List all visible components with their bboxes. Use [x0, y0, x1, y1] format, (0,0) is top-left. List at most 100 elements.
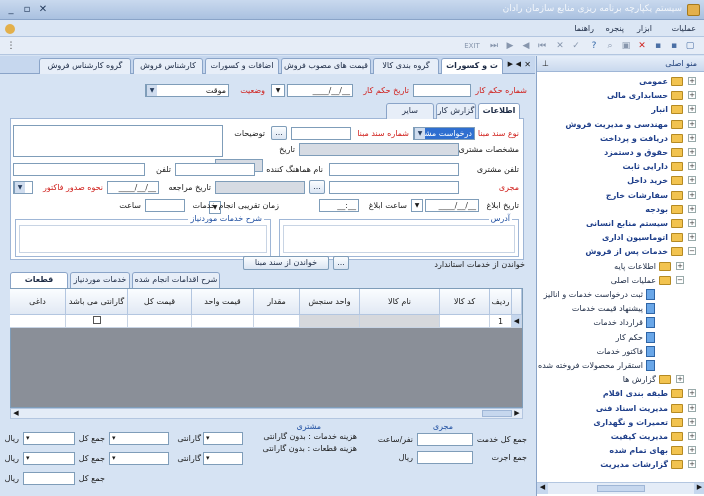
save-icon[interactable]: ▪ — [668, 40, 680, 52]
expand-toggle-icon[interactable]: + — [688, 219, 696, 227]
chevron-down-icon[interactable]: ▼ — [146, 85, 157, 96]
last-record-icon[interactable]: ⏮ — [536, 40, 548, 52]
expand-toggle-icon[interactable]: + — [688, 176, 696, 185]
menu-more-icon[interactable]: ⋮ — [5, 40, 17, 52]
subtab-work-report[interactable]: گزارش کار — [436, 103, 476, 119]
expand-toggle-icon[interactable]: + — [688, 133, 696, 142]
first-record-icon[interactable]: ⏭ — [488, 40, 500, 52]
sidebar-item[interactable]: اتوماسیون اداری — [602, 230, 683, 245]
sidebar-item[interactable]: مهندسی و مدیریت فروش — [565, 117, 683, 132]
announce-date-field[interactable]: __/__/____ — [425, 199, 479, 212]
sidebar-item[interactable]: خدمات پس از فروش — [585, 244, 683, 259]
sidebar-item[interactable]: مدیریت اسناد فنی — [596, 401, 683, 416]
sidebar-item[interactable]: تعمیرات و نگهداری — [593, 415, 683, 430]
needed-services-desc-field[interactable] — [19, 225, 267, 253]
checkbox-icon[interactable] — [92, 316, 101, 324]
next-record-icon[interactable]: ◀ — [520, 40, 532, 52]
scroll-thumb[interactable] — [482, 410, 512, 417]
col-unit[interactable]: واحد سنجش — [300, 289, 360, 315]
phone-field[interactable] — [13, 163, 145, 176]
expand-toggle-icon[interactable]: + — [688, 389, 696, 398]
coordinator-field[interactable] — [175, 163, 255, 176]
grid-scrollbar[interactable]: ◀ ▶ — [10, 408, 523, 419]
scroll-thumb[interactable] — [597, 485, 645, 492]
sidebar-item[interactable]: حسابداری مالی — [607, 88, 683, 103]
announce-time-field[interactable]: __:__ — [319, 199, 359, 212]
subtab-other-info[interactable]: سایر اطلاعات — [386, 103, 434, 129]
grid-tab-needed-parts[interactable]: قطعات موردنیاز — [10, 272, 68, 298]
sidebar-item[interactable]: مدیریت کیفیت — [611, 429, 683, 444]
scroll-right-icon[interactable]: ▶ — [694, 483, 704, 494]
expand-toggle-icon[interactable]: + — [688, 233, 696, 242]
subtab-main-info[interactable]: اطلاعات اصلی — [478, 103, 520, 129]
new-doc-icon[interactable]: ▢ — [684, 40, 696, 52]
sidebar-item[interactable]: استقرار محصولات فروخته شده — [538, 358, 655, 373]
sidebar-item[interactable]: طبقه بندی اقلام — [603, 386, 683, 401]
announce-date-dropdown[interactable]: ▼ — [411, 199, 423, 212]
status-select[interactable]: موقت ▼ — [145, 84, 229, 97]
read-from-source-button[interactable]: خواندن از سند مبنا — [243, 256, 329, 270]
sidebar-item[interactable]: قرارداد خدمات — [593, 315, 655, 330]
sidebar-item[interactable]: انبار — [651, 102, 683, 117]
scroll-right-icon[interactable]: ▶ — [512, 409, 522, 418]
sidebar-item[interactable]: عمومی — [639, 74, 683, 89]
cell-warranty-checkbox[interactable] — [66, 315, 128, 328]
search-icon[interactable]: ⌕ — [604, 40, 616, 52]
col-item-code[interactable]: کد کالا — [440, 289, 490, 315]
description-field[interactable] — [13, 125, 223, 157]
save-close-icon[interactable]: ▪ — [652, 40, 664, 52]
menu-window[interactable]: پنجره — [606, 24, 624, 33]
expand-toggle-icon[interactable]: + — [676, 261, 684, 270]
help-icon[interactable]: ? — [588, 40, 600, 52]
expand-toggle-icon[interactable]: + — [688, 190, 696, 199]
expand-toggle-icon[interactable]: + — [688, 204, 696, 213]
parts-grid[interactable]: ردیف کد کالا نام کالا واحد سنجش مقدار قی… — [10, 288, 523, 408]
accept-icon[interactable]: ✓ — [570, 40, 582, 52]
expand-toggle-icon[interactable]: − — [676, 275, 684, 284]
customer-phone-field[interactable] — [329, 163, 459, 176]
expand-toggle-icon[interactable]: + — [688, 432, 696, 440]
source-doc-lookup-button[interactable]: ... — [271, 126, 287, 140]
scroll-left-icon[interactable]: ◀ — [537, 483, 548, 494]
source-doc-type-select[interactable]: درخواست مشت ▼ — [413, 127, 475, 140]
exit-icon[interactable]: EXIT — [462, 40, 482, 52]
expand-toggle-icon[interactable]: + — [688, 446, 696, 455]
tab-sales-expert[interactable]: کارشناس فروش — [133, 58, 203, 74]
menu-help[interactable]: راهنما — [574, 24, 594, 33]
cancel-icon[interactable]: ✕ — [554, 40, 566, 52]
col-warranty[interactable]: گارانتی می باشد — [66, 289, 128, 315]
menu-operations[interactable]: عملیات — [672, 24, 696, 33]
menu-tools[interactable]: ابزار — [637, 24, 652, 33]
chevron-down-icon[interactable]: ▼ — [14, 182, 25, 193]
standard-services-lookup-button[interactable]: ... — [333, 256, 349, 270]
work-order-date-dropdown[interactable]: ▼ — [271, 84, 285, 97]
scroll-left-icon[interactable]: ◀ — [11, 409, 21, 418]
sidebar-item[interactable]: بهای تمام شده — [609, 443, 683, 458]
sidebar-item[interactable]: حقوق و دستمزد — [604, 145, 683, 160]
expand-toggle-icon[interactable]: + — [688, 162, 696, 171]
delete-icon[interactable]: ✕ — [636, 40, 648, 52]
sidebar-item[interactable]: گزارش ها — [623, 372, 671, 387]
sidebar-item[interactable]: ثبت درخواست خدمات و انالیز — [544, 287, 655, 302]
cell-row[interactable]: 1 — [490, 315, 512, 328]
tab-approved-prices[interactable]: قیمت های مصوب فروش — [281, 58, 371, 74]
expand-toggle-icon[interactable]: + — [688, 148, 696, 156]
col-quantity[interactable]: مقدار — [254, 289, 300, 315]
expand-toggle-icon[interactable]: + — [688, 77, 696, 85]
sidebar-item[interactable]: پیشنهاد قیمت خدمات — [572, 301, 655, 316]
tab-scroll-left-icon[interactable]: ◀ — [516, 60, 521, 68]
tab-additions-deductions[interactable]: اضافات و کسورات — [205, 58, 279, 74]
sidebar-item[interactable]: خرید داخل — [627, 173, 683, 188]
sidebar-item[interactable]: دارایی ثابت — [622, 159, 683, 174]
expand-toggle-icon[interactable]: + — [676, 375, 684, 384]
tab-sales-expert-group[interactable]: گروه کارشناس فروش — [39, 58, 131, 74]
expand-toggle-icon[interactable]: + — [688, 105, 696, 114]
work-order-no-field[interactable] — [413, 84, 471, 97]
expand-toggle-icon[interactable]: + — [688, 119, 696, 128]
cell-scrap[interactable] — [10, 315, 66, 328]
chevron-down-icon[interactable]: ▼ — [414, 128, 425, 139]
prev-record-icon[interactable]: ▶ — [504, 40, 516, 52]
cell-unit-price[interactable] — [192, 315, 254, 328]
row-selector-icon[interactable]: ◀ — [512, 315, 522, 328]
expand-toggle-icon[interactable]: + — [688, 91, 696, 100]
